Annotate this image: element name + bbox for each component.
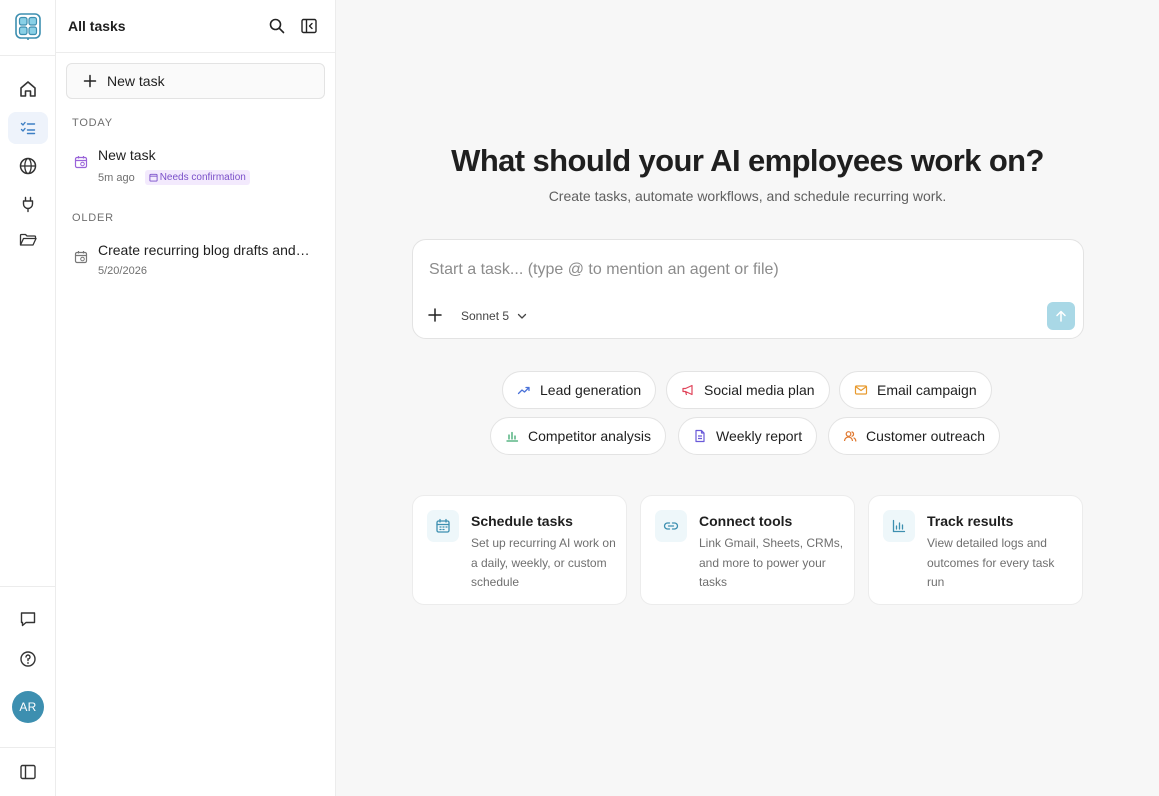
task-composer: Sonnet 5 xyxy=(412,239,1084,339)
home-icon xyxy=(20,81,36,97)
toggle-sidebar-button[interactable] xyxy=(8,756,48,788)
app-logo-icon[interactable] xyxy=(14,12,42,40)
feature-card-desc: View detailed logs and outcomes for ever… xyxy=(927,536,1055,589)
new-task-button[interactable]: New task xyxy=(66,63,325,99)
scheduled-task-icon xyxy=(74,156,88,169)
rail-divider xyxy=(0,55,55,56)
suggestion-chip[interactable]: Competitor analysis xyxy=(490,417,666,455)
task-name: New task xyxy=(98,147,156,163)
rail-home[interactable] xyxy=(8,73,48,105)
rail-tasks[interactable] xyxy=(8,112,48,144)
panel-title: All tasks xyxy=(68,18,126,34)
icon-rail: AR xyxy=(0,0,56,796)
task-list-icon xyxy=(20,121,36,135)
send-button[interactable] xyxy=(1047,302,1075,330)
feature-card-title: Schedule tasks xyxy=(471,513,573,529)
task-list-item[interactable]: New task 5m ago Needs confirmation xyxy=(66,141,330,191)
sidebar-toggle-icon xyxy=(20,764,36,780)
task-panel: All tasks New task TODAY New task 5m ago xyxy=(56,0,336,796)
document-icon xyxy=(695,429,705,443)
globe-icon xyxy=(19,157,37,175)
model-select-value: Sonnet 5 xyxy=(461,309,510,323)
rail-files[interactable] xyxy=(8,224,48,256)
search-icon xyxy=(269,18,285,34)
folder-icon xyxy=(19,233,37,246)
task-meta: 5m ago Needs confirmation xyxy=(98,170,250,185)
suggestion-label: Weekly report xyxy=(716,428,803,444)
rail-feedback[interactable] xyxy=(8,603,48,635)
chat-bubble-icon xyxy=(20,612,36,627)
suggestion-label: Lead generation xyxy=(540,382,642,398)
feature-card[interactable]: Schedule tasks Set up recurring AI work … xyxy=(412,495,627,605)
trend-up-icon xyxy=(517,386,530,395)
suggestion-chip[interactable]: Social media plan xyxy=(666,371,830,409)
rail-integrations[interactable] xyxy=(8,188,48,220)
chevron-down-icon xyxy=(517,313,527,319)
plug-icon xyxy=(22,196,34,213)
task-meta: 5/20/2026 xyxy=(98,265,147,277)
rail-help[interactable] xyxy=(8,643,48,675)
suggestion-label: Customer outreach xyxy=(866,428,986,444)
scheduled-task-icon xyxy=(74,251,88,264)
task-input[interactable] xyxy=(429,258,1049,282)
bar-chart-icon xyxy=(883,510,915,542)
feature-card-desc: Set up recurring AI work on a daily, wee… xyxy=(471,536,616,589)
megaphone-icon xyxy=(682,384,693,396)
task-list-item[interactable]: Create recurring blog drafts and… 5/20/2… xyxy=(66,236,330,286)
plus-icon xyxy=(83,74,97,88)
status-badge-label: Needs confirmation xyxy=(159,172,246,183)
task-name: Create recurring blog drafts and… xyxy=(98,242,310,258)
suggestion-label: Email campaign xyxy=(877,382,977,398)
users-icon xyxy=(843,431,857,442)
task-time: 5m ago xyxy=(98,171,135,184)
feature-card[interactable]: Track results View detailed logs and out… xyxy=(868,495,1083,605)
attach-plus-icon[interactable] xyxy=(427,307,443,323)
link-icon xyxy=(655,510,687,542)
task-date: 5/20/2026 xyxy=(98,265,147,277)
section-older: OLDER xyxy=(72,212,114,224)
bar-chart-icon xyxy=(506,431,519,442)
rail-web[interactable] xyxy=(8,150,48,182)
new-task-label: New task xyxy=(107,73,165,89)
feature-card-title: Track results xyxy=(927,513,1014,529)
calendar-clock-icon xyxy=(149,173,158,182)
suggestion-chip[interactable]: Customer outreach xyxy=(828,417,1001,455)
help-circle-icon xyxy=(20,651,36,667)
mail-icon xyxy=(854,385,868,395)
section-today: TODAY xyxy=(72,117,113,129)
feature-card-title: Connect tools xyxy=(699,513,793,529)
collapse-panel-button[interactable] xyxy=(299,16,319,36)
panel-header: All tasks xyxy=(56,0,335,53)
suggestion-label: Competitor analysis xyxy=(528,428,651,444)
status-badge: Needs confirmation xyxy=(144,170,250,185)
rail-divider xyxy=(0,747,55,748)
suggestion-chip[interactable]: Lead generation xyxy=(502,371,657,409)
collapse-panel-icon xyxy=(301,18,317,34)
model-select[interactable]: Sonnet 5 xyxy=(461,309,528,323)
page-title: What should your AI employees work on? xyxy=(451,143,1044,178)
suggestion-chip[interactable]: Weekly report xyxy=(678,417,818,455)
suggestion-label: Social media plan xyxy=(704,382,815,398)
arrow-up-icon xyxy=(1056,310,1066,322)
search-tasks-button[interactable] xyxy=(267,16,287,36)
main-area: What should your AI employees work on? C… xyxy=(336,0,1159,796)
user-avatar[interactable]: AR xyxy=(12,691,44,723)
calendar-icon xyxy=(427,510,459,542)
feature-card[interactable]: Connect tools Link Gmail, Sheets, CRMs, … xyxy=(640,495,855,605)
suggestion-chip[interactable]: Email campaign xyxy=(839,371,992,409)
page-subtitle: Create tasks, automate workflows, and sc… xyxy=(548,188,947,204)
feature-card-desc: Link Gmail, Sheets, CRMs, and more to po… xyxy=(699,536,844,589)
rail-divider xyxy=(0,586,55,587)
